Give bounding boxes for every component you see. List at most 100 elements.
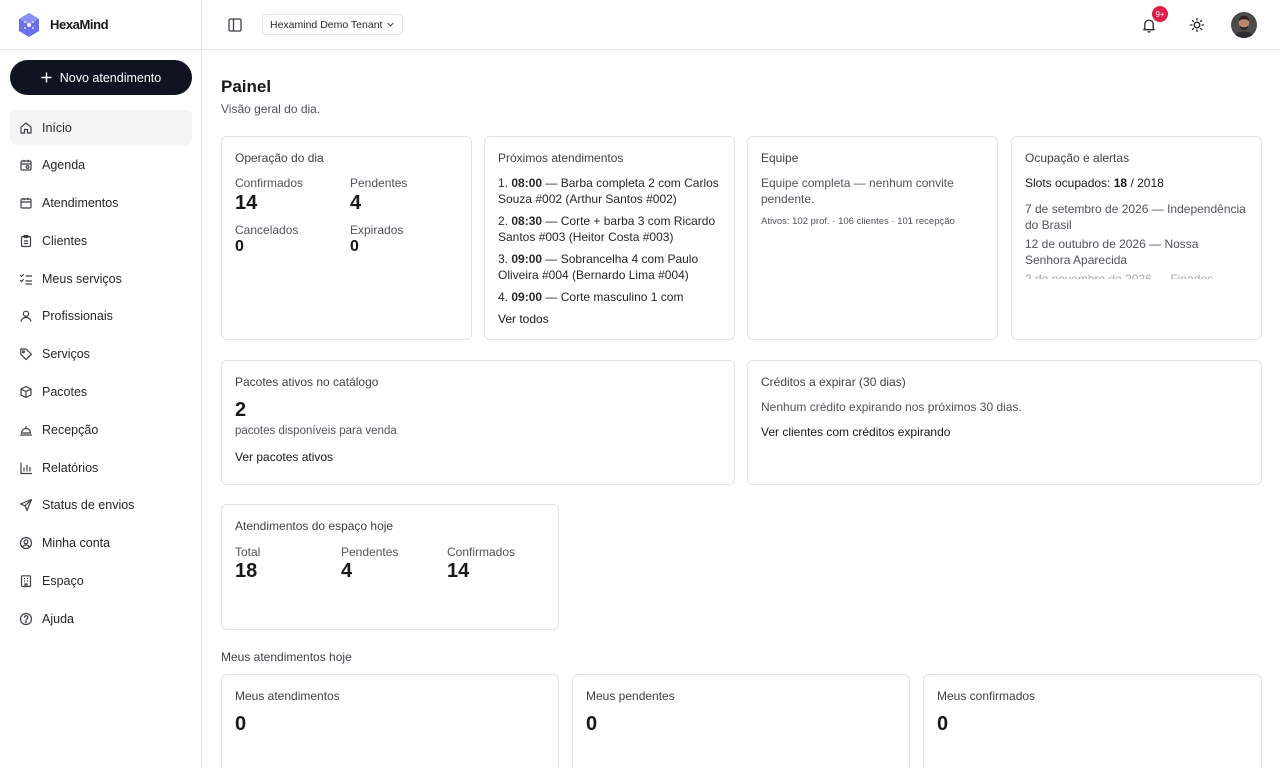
upcoming-card: Próximos atendimentos 1. 08:00 — Barba c… bbox=[484, 136, 735, 340]
help-circle-icon bbox=[19, 612, 33, 625]
list-item[interactable]: 3. 09:00 — Sobrancelha 4 com Paulo Olive… bbox=[498, 251, 723, 283]
item-number: 3. bbox=[498, 252, 509, 266]
cancelled-label: Cancelados bbox=[235, 223, 299, 237]
operation-card: Operação do dia Confirmados 14 Pendentes… bbox=[221, 136, 472, 340]
home-icon bbox=[20, 121, 32, 134]
item-text: — Corte masculino 1 com bbox=[542, 290, 684, 304]
building-icon bbox=[20, 575, 32, 588]
expired-label: Expirados bbox=[350, 223, 404, 237]
team-stats: Ativos: 102 prof. · 106 clientes · 101 r… bbox=[761, 216, 955, 227]
team-card: Equipe Equipe completa — nenhum convite … bbox=[747, 136, 998, 340]
packages-value: 2 bbox=[235, 399, 247, 421]
total-label: Total bbox=[235, 545, 261, 559]
bar-chart-icon bbox=[20, 462, 33, 474]
avatar-image bbox=[1231, 12, 1257, 38]
my-pending-label: Meus pendentes bbox=[586, 689, 675, 703]
sidebar-item-servicos[interactable]: Serviços bbox=[10, 337, 192, 372]
hexamind-logo-icon bbox=[19, 12, 39, 37]
tenant-name: Hexamind Demo Tenant bbox=[270, 18, 383, 31]
sidebar-item-recepcao[interactable]: Recepção bbox=[10, 412, 192, 447]
avatar[interactable] bbox=[1231, 12, 1257, 38]
list-item[interactable]: 2. 08:30 — Corte + barba 3 com Ricardo S… bbox=[498, 213, 723, 245]
view-all-link[interactable]: Ver todos bbox=[498, 312, 549, 326]
chevron-down-icon bbox=[387, 22, 395, 27]
my-appointments-heading: Meus atendimentos hoje bbox=[221, 650, 352, 664]
my-appointments-label: Meus atendimentos bbox=[235, 689, 340, 703]
pending-value: 4 bbox=[350, 192, 362, 214]
occupancy-card: Ocupação e alertas Slots ocupados: 18 / … bbox=[1011, 136, 1262, 340]
cancelled-value: 0 bbox=[235, 238, 244, 255]
pending-label: Pendentes bbox=[350, 176, 408, 190]
sidebar-item-espaco[interactable]: Espaço bbox=[10, 564, 192, 599]
credits-card-title: Créditos a expirar (30 dias) bbox=[761, 375, 906, 389]
sidebar-item-label: Status de envios bbox=[42, 498, 135, 513]
sidebar-item-label: Minha conta bbox=[42, 536, 111, 551]
list-item: 12 de outubro de 2026 — Nossa Senhora Ap… bbox=[1025, 237, 1199, 267]
pending-value: 4 bbox=[341, 560, 353, 582]
user-circle-icon bbox=[19, 537, 33, 550]
confirmed-label: Confirmados bbox=[447, 545, 516, 559]
sidebar-item-label: Atendimentos bbox=[42, 196, 119, 211]
new-appointment-button[interactable]: Novo atendimento bbox=[10, 60, 192, 95]
sun-icon[interactable] bbox=[1188, 16, 1206, 34]
sidebar-item-profissionais[interactable]: Profissionais bbox=[10, 299, 192, 334]
item-number: 2. bbox=[498, 214, 509, 228]
page-subtitle: Visão geral do dia. bbox=[221, 102, 321, 116]
slots-separator: / bbox=[1130, 176, 1134, 190]
my-pending-card: Meus pendentes 0 bbox=[572, 674, 910, 768]
credits-card: Créditos a expirar (30 dias) Nenhum créd… bbox=[747, 360, 1262, 485]
sidebar-item-meus-servicos[interactable]: Meus serviços bbox=[10, 261, 192, 296]
sidebar-item-label: Meus serviços bbox=[42, 271, 122, 286]
list-check-icon bbox=[19, 273, 33, 285]
topbar: Hexamind Demo Tenant 9+ bbox=[202, 0, 1280, 50]
sidebar-item-label: Início bbox=[42, 120, 72, 135]
packages-card-title: Pacotes ativos no catálogo bbox=[235, 375, 379, 389]
confirmed-value: 14 bbox=[447, 560, 470, 582]
upcoming-card-title: Próximos atendimentos bbox=[498, 151, 624, 165]
my-pending-value: 0 bbox=[586, 713, 598, 735]
my-appointments-value: 0 bbox=[235, 713, 247, 735]
alerts-list: 7 de setembro de 2026 — Independência do… bbox=[1025, 201, 1247, 279]
sidebar-item-agenda[interactable]: Agenda bbox=[10, 148, 192, 183]
slots-used: 18 bbox=[1113, 176, 1128, 190]
new-appointment-label: Novo atendimento bbox=[59, 70, 162, 85]
clipboard-icon bbox=[20, 234, 32, 247]
confirmed-value: 14 bbox=[235, 192, 258, 214]
view-expiring-credits-link[interactable]: Ver clientes com créditos expirando bbox=[761, 425, 950, 439]
calendar-check-icon bbox=[20, 197, 32, 209]
tenant-selector[interactable]: Hexamind Demo Tenant bbox=[262, 14, 404, 35]
calendar-icon bbox=[20, 160, 32, 171]
sidebar-item-clientes[interactable]: Clientes bbox=[10, 223, 192, 258]
sidebar-item-ajuda[interactable]: Ajuda bbox=[10, 601, 192, 636]
sidebar-item-status-envios[interactable]: Status de envios bbox=[10, 488, 192, 523]
slots-label: Slots ocupados: bbox=[1025, 176, 1111, 190]
notification-badge: 9+ bbox=[1152, 6, 1168, 22]
sidebar-item-label: Pacotes bbox=[42, 385, 88, 400]
my-appointments-card: Meus atendimentos 0 bbox=[221, 674, 559, 768]
item-time: 08:00 bbox=[511, 176, 543, 190]
list-item[interactable]: 1. 08:00 — Barba completa 2 com Carlos S… bbox=[498, 175, 723, 207]
list-item[interactable]: 4. 09:00 — Corte masculino 1 com bbox=[498, 289, 723, 305]
sidebar-toggle-icon[interactable] bbox=[226, 16, 244, 34]
sidebar-item-label: Profissionais bbox=[42, 309, 113, 324]
pending-label: Pendentes bbox=[341, 545, 399, 559]
sidebar-item-atendimentos[interactable]: Atendimentos bbox=[10, 186, 192, 221]
space-today-card: Atendimentos do espaço hoje Total 18 Pen… bbox=[221, 504, 559, 630]
my-confirmed-label: Meus confirmados bbox=[937, 689, 1036, 703]
packages-caption: pacotes disponíveis para venda bbox=[235, 425, 397, 437]
my-confirmed-card: Meus confirmados 0 bbox=[923, 674, 1262, 768]
sidebar-item-minha-conta[interactable]: Minha conta bbox=[10, 526, 192, 561]
view-active-packages-link[interactable]: Ver pacotes ativos bbox=[235, 450, 333, 464]
sidebar-nav: Início Agenda Atendimentos Clientes Meus… bbox=[10, 110, 192, 639]
sidebar-item-inicio[interactable]: Início bbox=[10, 110, 192, 145]
sidebar-item-pacotes[interactable]: Pacotes bbox=[10, 375, 192, 410]
bell-concierge-icon bbox=[19, 425, 33, 436]
credits-message: Nenhum crédito expirando nos próximos 30… bbox=[761, 400, 1022, 414]
brand[interactable]: HexaMind bbox=[0, 0, 201, 50]
sidebar-item-label: Ajuda bbox=[42, 611, 74, 626]
team-card-title: Equipe bbox=[761, 151, 799, 165]
sidebar-item-relatorios[interactable]: Relatórios bbox=[10, 450, 192, 485]
brand-name: HexaMind bbox=[50, 17, 109, 32]
sidebar-item-label: Espaço bbox=[42, 574, 84, 589]
send-icon bbox=[19, 499, 33, 512]
